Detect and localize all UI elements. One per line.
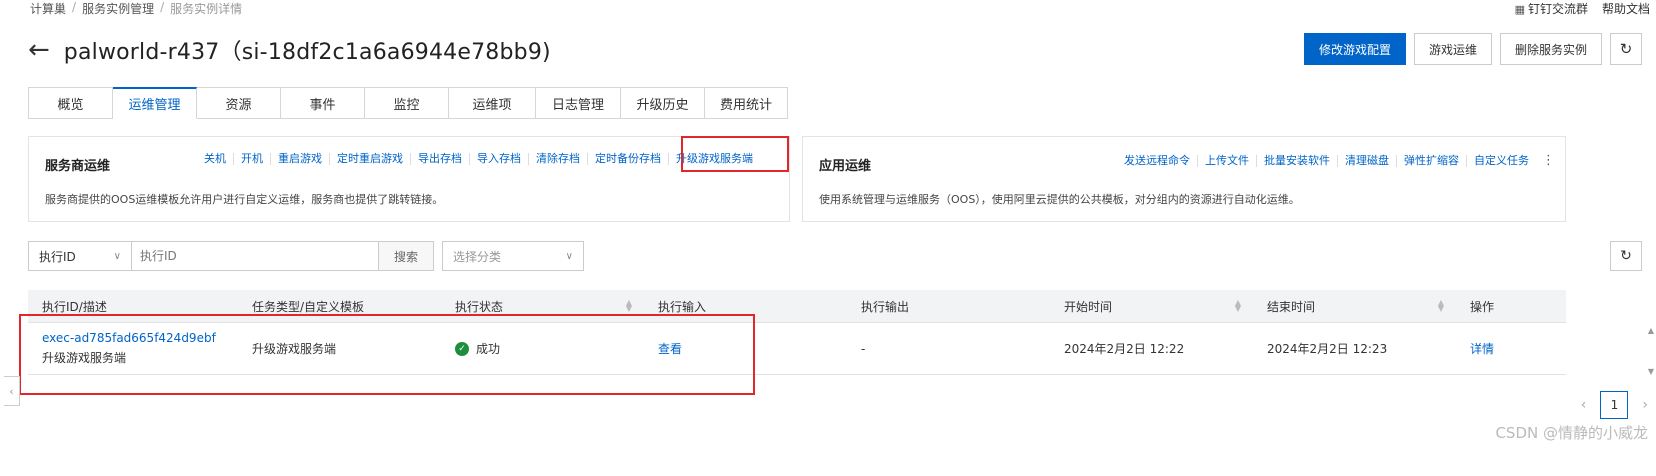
dingtalk-icon: ▦ (1514, 3, 1525, 16)
pagination: ‹ 1 › (1581, 391, 1648, 419)
provider-ops-panel: 服务商运维 关机 开机 重启游戏 定时重启游戏 导出存档 导入存档 清除存档 定… (28, 136, 790, 222)
upload-file-link[interactable]: 上传文件 (1198, 154, 1257, 167)
scheduled-restart-link[interactable]: 定时重启游戏 (330, 153, 411, 165)
watermark: CSDN @情静的小威龙 (1495, 424, 1648, 442)
tab-upgrade-history[interactable]: 升级历史 (621, 87, 705, 119)
breadcrumb-separator: / (72, 0, 77, 14)
search-input[interactable] (132, 241, 379, 271)
delete-service-instance-button[interactable]: 删除服务实例 (1499, 33, 1602, 65)
shutdown-link[interactable]: 关机 (197, 153, 234, 165)
header-actions: 修改游戏配置 游戏运维 删除服务实例 ↻ (1303, 33, 1642, 65)
chevron-down-icon: ∨ (113, 250, 121, 262)
exec-id-link[interactable]: exec-ad785fad665f424d9ebf (42, 331, 238, 345)
tab-cost-stats[interactable]: 费用统计 (705, 87, 788, 119)
table-header: 执行ID/描述 任务类型/自定义模板 执行状态 ▲ ▼ 执行输入 执行输出 开始时间… (28, 290, 1566, 323)
page-title: palworld-r437（si-18df2c1a6a6944e78bb9) (63, 40, 551, 65)
tab-ops-items[interactable]: 运维项 (449, 87, 536, 119)
scroll-down-icon[interactable]: ▼ (1648, 367, 1654, 376)
back-arrow-icon[interactable]: ← (28, 37, 50, 63)
executions-table: 执行ID/描述 任务类型/自定义模板 执行状态 ▲ ▼ 执行输入 执行输出 开始时间… (28, 290, 1566, 375)
title-row: ← palworld-r437（si-18df2c1a6a6944e78bb9) (28, 34, 551, 66)
panel-title: 服务商运维 (45, 159, 111, 174)
cell-exec-id: exec-ad785fad665f424d9ebf 升级游戏服务端 (28, 331, 238, 366)
send-remote-command-link[interactable]: 发送远程命令 (1117, 154, 1198, 167)
prev-page-icon[interactable]: ‹ (1581, 397, 1587, 413)
provider-ops-links: 关机 开机 重启游戏 定时重启游戏 导出存档 导入存档 清除存档 定时备份存档 … (197, 153, 760, 165)
game-ops-button[interactable]: 游戏运维 (1413, 33, 1492, 65)
col-actions: 操作 (1470, 299, 1495, 314)
col-task-type: 任务类型/自定义模板 (252, 299, 365, 314)
exec-desc: 升级游戏服务端 (42, 351, 127, 365)
dingtalk-group-label: 钉钉交流群 (1527, 2, 1588, 16)
tab-bar: 概览 运维管理 资源 事件 监控 运维项 日志管理 升级历史 费用统计 (28, 87, 788, 119)
modify-game-config-button[interactable]: 修改游戏配置 (1303, 33, 1406, 65)
filter-field-select[interactable]: 执行ID ∨ (28, 241, 132, 271)
col-input: 执行输入 (658, 299, 707, 314)
panel-description: 服务商提供的OOS运维模板允许用户进行自定义运维，服务商也提供了跳转链接。 (45, 193, 444, 206)
dingtalk-group-link[interactable]: ▦ 钉钉交流群 (1515, 0, 1588, 17)
breadcrumb-current: 服务实例详情 (170, 2, 243, 16)
cell-output: - (861, 341, 866, 356)
col-start-time[interactable]: 开始时间 ▲ ▼ (1050, 298, 1253, 315)
top-links: ▦ 钉钉交流群 帮助文档 (1515, 0, 1650, 17)
elastic-scaling-link[interactable]: 弹性扩缩容 (1397, 154, 1467, 167)
status-text: 成功 (476, 342, 501, 356)
tab-log-management[interactable]: 日志管理 (536, 87, 621, 119)
search-button[interactable]: 搜索 (379, 241, 434, 271)
scheduled-backup-link[interactable]: 定时备份存档 (588, 153, 669, 165)
cell-start-time: 2024年2月2日 12:22 (1064, 342, 1185, 356)
cell-status: ✓ 成功 (441, 340, 644, 357)
view-input-link[interactable]: 查看 (658, 342, 682, 356)
scroll-up-icon[interactable]: ▲ (1648, 326, 1654, 335)
panel-description: 使用系统管理与运维服务（OOS），使用阿里云提供的公共模板，对分组内的资源进行自… (819, 193, 1300, 206)
table-row: exec-ad785fad665f424d9ebf 升级游戏服务端 升级游戏服务… (28, 323, 1566, 375)
filter-field-value: 执行ID (39, 249, 76, 264)
breadcrumb-separator: / (160, 0, 165, 14)
refresh-icon[interactable]: ↻ (1610, 33, 1642, 65)
tab-ops-management[interactable]: 运维管理 (113, 87, 197, 119)
col-output: 执行输出 (861, 299, 910, 314)
tab-overview[interactable]: 概览 (28, 87, 113, 119)
panel-title: 应用运维 (819, 159, 872, 174)
breadcrumb-item[interactable]: 服务实例管理 (82, 0, 154, 17)
category-placeholder: 选择分类 (453, 249, 502, 264)
success-check-icon: ✓ (455, 341, 469, 356)
clear-save-link[interactable]: 清除存档 (529, 153, 588, 165)
sort-icon[interactable]: ▲ ▼ (1235, 299, 1241, 313)
page-number[interactable]: 1 (1600, 391, 1629, 419)
app-ops-links: 发送远程命令 上传文件 批量安装软件 清理磁盘 弹性扩缩容 自定义任务 ⋮ (1117, 153, 1555, 168)
more-options-icon[interactable]: ⋮ (1536, 153, 1555, 168)
import-save-link[interactable]: 导入存档 (470, 153, 529, 165)
cell-actions: 详情 (1456, 340, 1566, 357)
col-status[interactable]: 执行状态 ▲ ▼ (441, 298, 644, 315)
sort-icon[interactable]: ▲ ▼ (626, 299, 632, 313)
tab-events[interactable]: 事件 (281, 87, 365, 119)
col-end-time[interactable]: 结束时间 ▲ ▼ (1253, 298, 1456, 315)
col-exec-id: 执行ID/描述 (42, 299, 107, 314)
filter-bar: 执行ID ∨ 搜索 选择分类 ∨ (28, 241, 584, 271)
app-ops-panel: 应用运维 发送远程命令 上传文件 批量安装软件 清理磁盘 弹性扩缩容 自定义任务… (802, 136, 1566, 222)
collapse-handle-icon[interactable]: ‹ (4, 376, 20, 406)
export-save-link[interactable]: 导出存档 (411, 153, 470, 165)
chevron-down-icon: ∨ (565, 250, 573, 262)
clean-disk-link[interactable]: 清理磁盘 (1338, 154, 1397, 167)
next-page-icon[interactable]: › (1642, 397, 1648, 413)
breadcrumb: 计算巢 / 服务实例管理 / 服务实例详情 (30, 0, 242, 17)
cell-input: 查看 (644, 340, 847, 357)
tab-resources[interactable]: 资源 (197, 87, 281, 119)
help-docs-link[interactable]: 帮助文档 (1602, 0, 1650, 17)
start-link[interactable]: 开机 (234, 153, 271, 165)
cell-task-type: 升级游戏服务端 (252, 342, 337, 356)
restart-game-link[interactable]: 重启游戏 (271, 153, 330, 165)
tab-monitoring[interactable]: 监控 (365, 87, 449, 119)
custom-task-link[interactable]: 自定义任务 (1467, 154, 1536, 167)
category-select[interactable]: 选择分类 ∨ (442, 241, 584, 271)
table-refresh-icon[interactable]: ↻ (1610, 241, 1642, 271)
cell-end-time: 2024年2月2日 12:23 (1267, 342, 1388, 356)
batch-install-link[interactable]: 批量安装软件 (1257, 154, 1338, 167)
sort-icon[interactable]: ▲ ▼ (1438, 299, 1444, 313)
breadcrumb-item[interactable]: 计算巢 (30, 0, 66, 17)
details-link[interactable]: 详情 (1470, 342, 1494, 356)
upgrade-server-link[interactable]: 升级游戏服务端 (669, 153, 760, 165)
